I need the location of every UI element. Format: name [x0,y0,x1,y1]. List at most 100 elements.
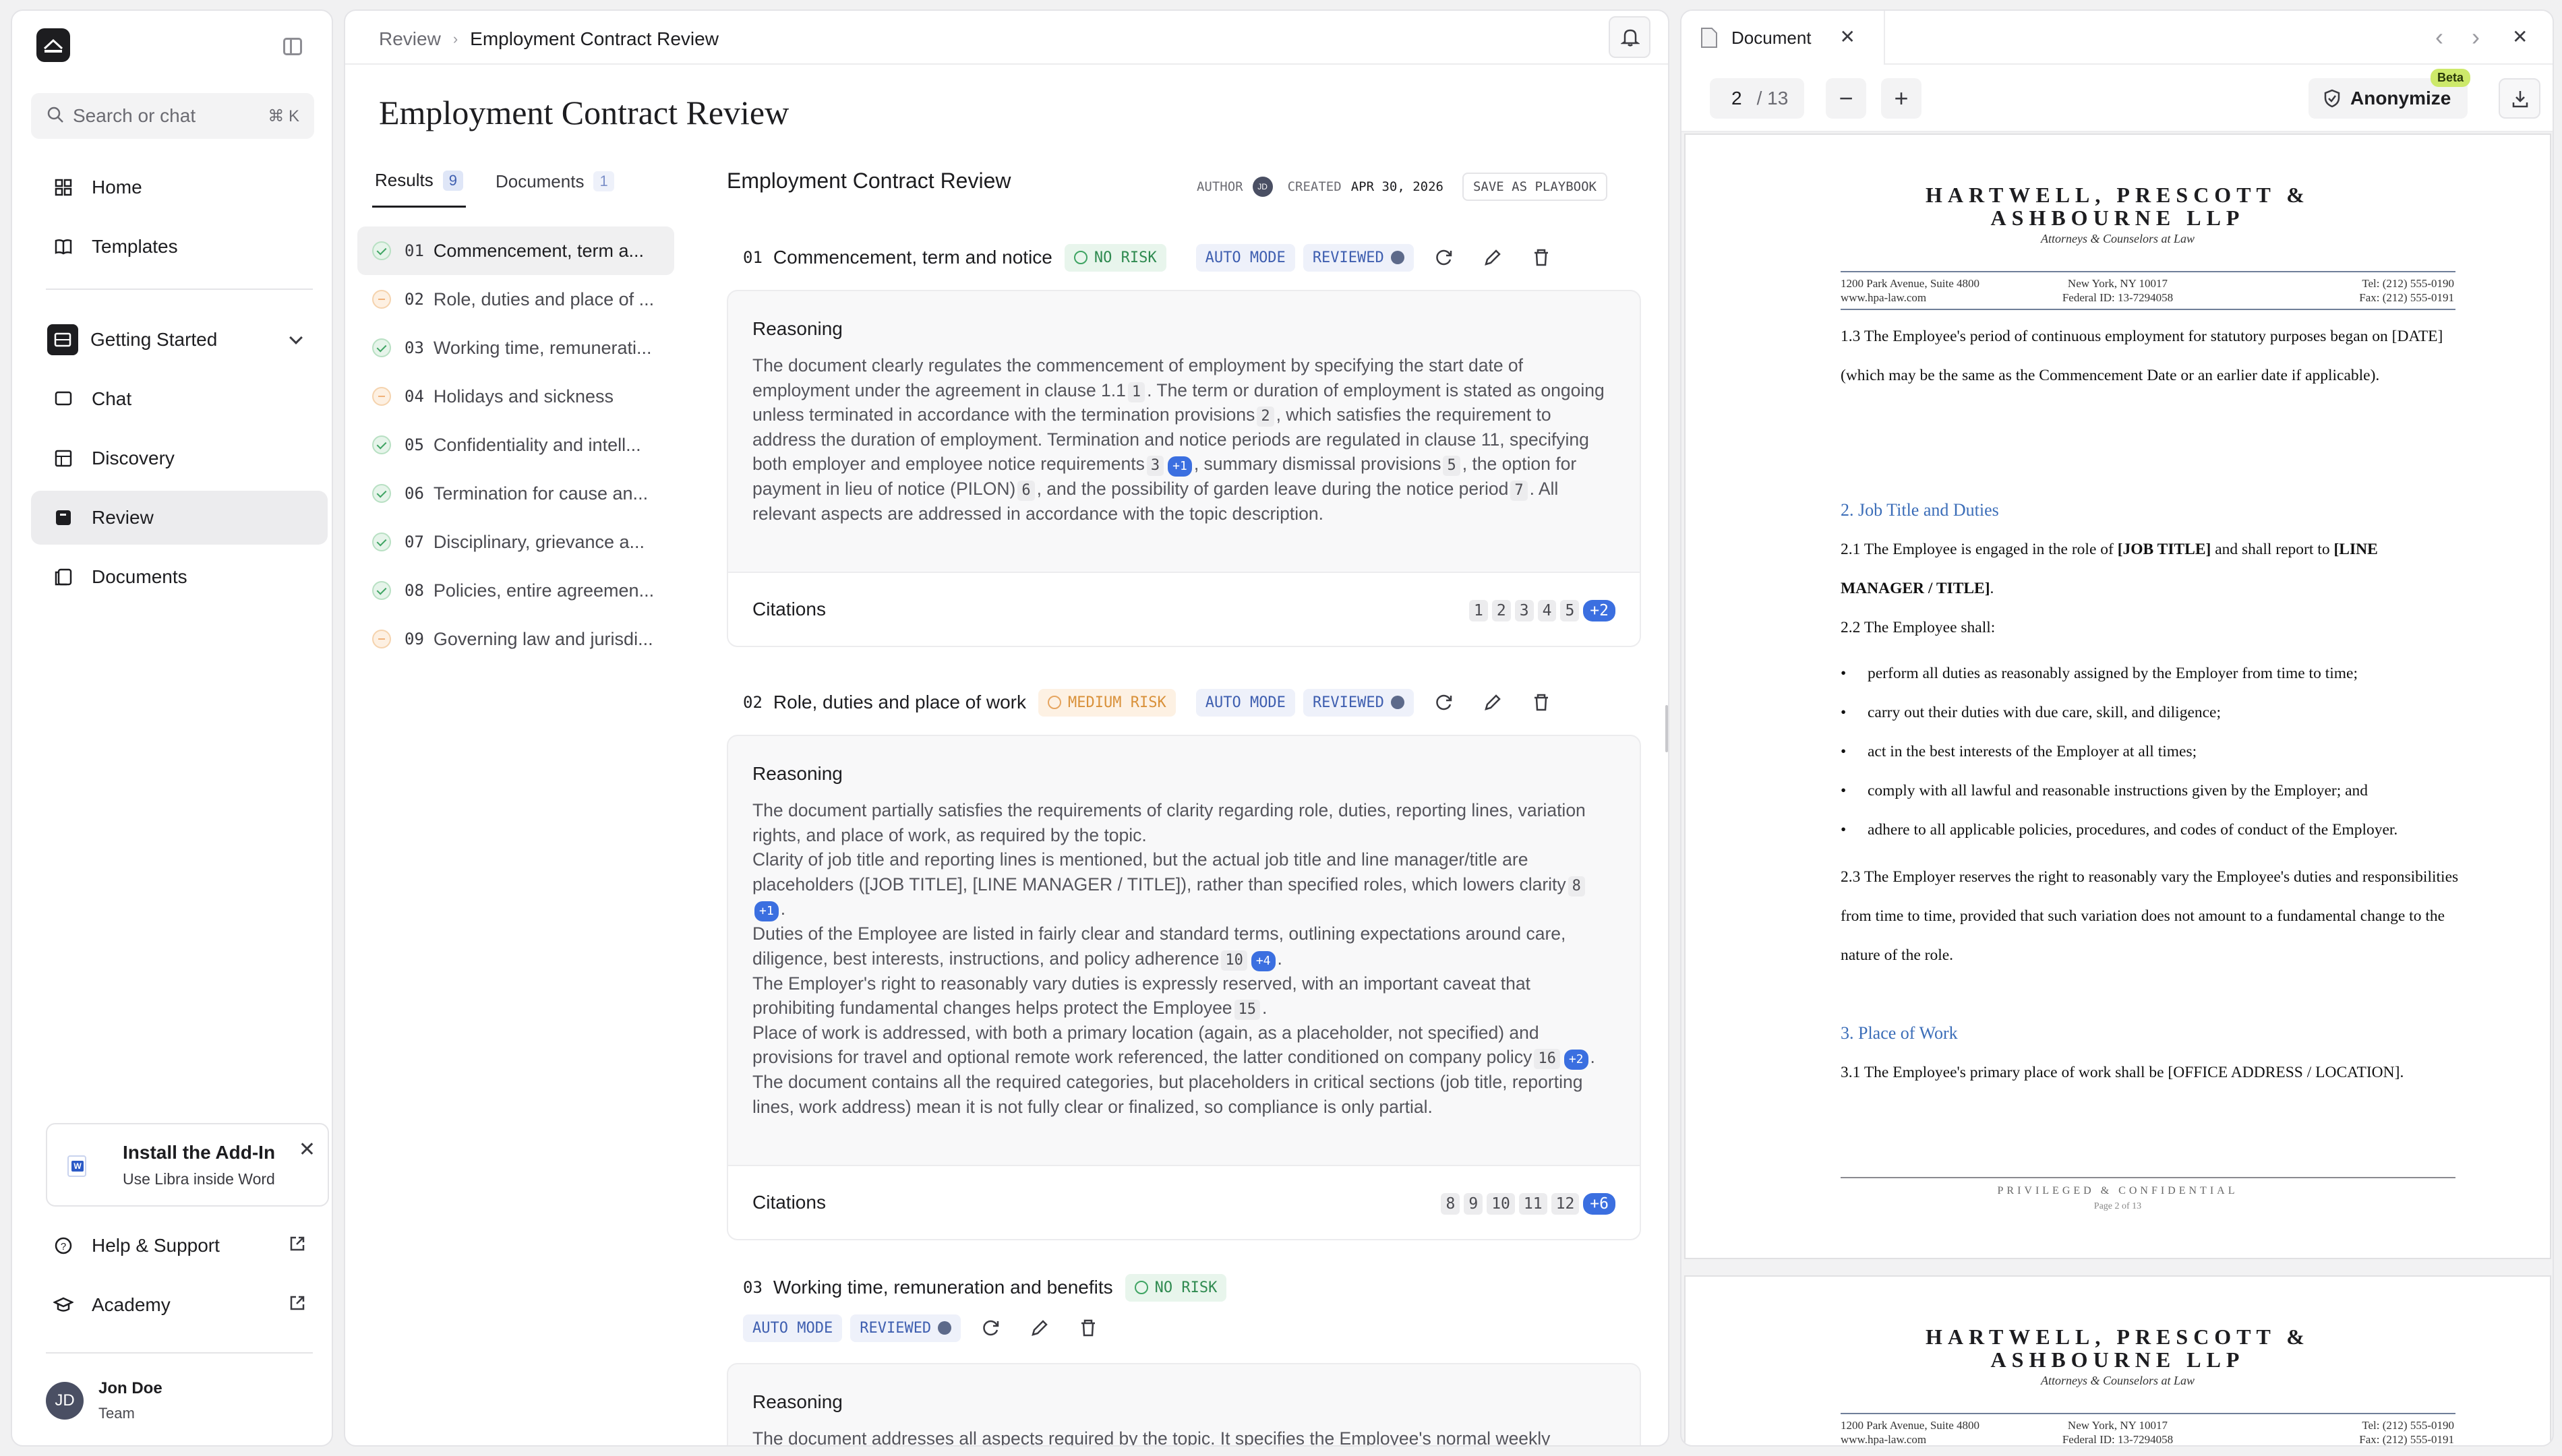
breadcrumb-separator-icon: › [452,30,458,47]
reasoning-text: The document clearly regulates the comme… [752,353,1609,526]
search-input[interactable]: Search or chat ⌘ K [31,93,314,139]
letterhead-rule [1841,271,2455,272]
nav-documents[interactable]: Documents [31,550,328,604]
nav-chat[interactable]: Chat [31,372,328,426]
reasoning-segment: . [1262,998,1268,1018]
app-logo[interactable] [36,28,70,62]
citation-chip[interactable]: 8 [1441,1193,1460,1215]
citation-more-badge[interactable]: +2 [1563,1050,1588,1070]
citation-chip[interactable]: 4 [1537,600,1557,621]
breadcrumb-root[interactable]: Review [379,28,441,50]
zoom-in-button[interactable]: + [1881,78,1922,119]
item-number: 03 [743,1278,763,1297]
edit-icon[interactable] [1483,247,1503,268]
result-list-item[interactable]: 09 Governing law and jurisdi... [357,615,674,663]
auto-mode-badge: AUTO MODE [1195,688,1295,717]
refresh-icon[interactable] [981,1318,1001,1338]
nav-review[interactable]: Review [31,491,328,545]
result-list-item[interactable]: 04 Holidays and sickness [357,372,674,421]
result-list-item[interactable]: 01 Commencement, term a... [357,226,674,275]
trash-icon[interactable] [1531,247,1551,268]
close-icon[interactable]: ✕ [1840,26,1855,48]
citation-ref[interactable]: 3 [1146,456,1164,476]
citation-chip[interactable]: 10 [1487,1193,1515,1215]
download-button[interactable] [2499,78,2540,119]
citation-ref[interactable]: 1 [1127,382,1145,402]
citation-chip[interactable]: 5 [1560,600,1580,621]
reasoning-segment: The document partially satisfies the req… [752,800,1586,845]
citation-chip[interactable]: 11 [1518,1193,1547,1215]
risk-label: NO RISK [1154,1279,1218,1296]
item-number: 04 [405,387,424,406]
reviewed-label: REVIEWED [860,1319,932,1337]
tab-results[interactable]: Results 9 [372,170,466,208]
page-footer-number: Page 2 of 13 [2093,1201,2142,1211]
citation-chip[interactable]: 1 [1469,600,1488,621]
citation-chip[interactable]: 12 [1551,1193,1580,1215]
nav-templates[interactable]: Templates [31,220,328,274]
nav-label: Academy [92,1294,171,1315]
document-page: HARTWELL, PRESCOTT & ASHBOURNE LLP Attor… [1684,133,2551,1259]
addin-promo[interactable]: Install the Add-In Use Libra inside Word… [46,1123,329,1207]
result-list-item[interactable]: 05 Confidentiality and intell... [357,421,674,469]
citation-chip[interactable]: 3 [1514,600,1534,621]
result-list-item[interactable]: 06 Termination for cause an... [357,469,674,518]
clause-2-3: 2.3 The Employer reserves the right to r… [1841,868,2459,964]
result-list-item[interactable]: 08 Policies, entire agreemen... [357,566,674,615]
author-label: AUTHOR [1196,179,1243,194]
user-menu[interactable]: JD Jon Doe Team [46,1379,162,1422]
document-tab[interactable]: Document ✕ [1681,11,1885,65]
result-list-item[interactable]: 02 Role, duties and place of ... [357,275,674,324]
citation-ref[interactable]: 5 [1443,456,1460,476]
citation-more-badge[interactable]: +1 [754,901,779,921]
reasoning-paragraph: Place of work is addressed, with both a … [752,1021,1609,1070]
save-as-playbook-button[interactable]: SAVE AS PLAYBOOK [1462,173,1607,201]
nav-help[interactable]: ? Help & Support [31,1219,328,1273]
chevron-down-icon[interactable] [289,331,303,344]
workspace-selector[interactable]: Getting Started [31,313,328,367]
edit-icon[interactable] [1030,1318,1050,1338]
resize-handle[interactable] [1665,705,1668,752]
nav-home[interactable]: Home [31,160,328,214]
tab-documents[interactable]: Documents 1 [493,170,617,208]
citation-ref[interactable]: 10 [1221,950,1247,971]
item-number: 02 [405,290,424,309]
citation-ref[interactable]: 2 [1257,406,1274,427]
chevron-left-icon[interactable]: ‹ [2435,23,2443,51]
nav-discovery[interactable]: Discovery [31,431,328,485]
trash-icon[interactable] [1078,1318,1098,1338]
document-tabbar: Document ✕ ‹ › ✕ [1681,11,2553,65]
edit-icon[interactable] [1483,692,1503,712]
citation-ref[interactable]: 8 [1568,876,1585,897]
chevron-right-icon[interactable]: › [2472,23,2480,51]
nav-academy[interactable]: Academy [31,1278,328,1332]
check-icon [372,241,391,260]
anonymize-button[interactable]: Anonymize Beta [2308,69,2470,119]
result-list-item[interactable]: 03 Working time, remunerati... [357,324,674,372]
home-icon [53,177,74,198]
sidebar-collapse-icon[interactable] [283,38,302,55]
notifications-button[interactable] [1609,16,1650,58]
refresh-icon[interactable] [1434,247,1454,268]
citation-ref[interactable]: 15 [1234,1000,1261,1020]
citation-ref[interactable]: 7 [1510,481,1528,501]
check-icon [372,435,391,454]
citation-more-badge[interactable]: +6 [1583,1193,1615,1215]
citation-more-badge[interactable]: +4 [1251,950,1276,971]
reasoning-paragraph: The Employer's right to reasonably vary … [752,971,1609,1021]
result-list-item[interactable]: 07 Disciplinary, grievance a... [357,518,674,566]
citation-more-badge[interactable]: +1 [1168,456,1192,477]
trash-icon[interactable] [1531,692,1551,712]
citation-chip[interactable]: 2 [1491,600,1511,621]
citation-chip[interactable]: 9 [1464,1193,1483,1215]
close-icon[interactable]: ✕ [299,1138,316,1161]
close-panel-icon[interactable]: ✕ [2512,26,2528,48]
citation-ref[interactable]: 16 [1534,1049,1560,1069]
citation-more-badge[interactable]: +2 [1583,600,1615,621]
page-number-input[interactable]: 2 / 13 [1710,78,1804,119]
address-line: Fax: (212) 555-0191 [2359,291,2454,304]
refresh-icon[interactable] [1434,692,1454,712]
auto-mode-badge: AUTO MODE [1195,243,1295,272]
citation-ref[interactable]: 6 [1017,481,1035,501]
zoom-out-button[interactable]: − [1826,78,1866,119]
